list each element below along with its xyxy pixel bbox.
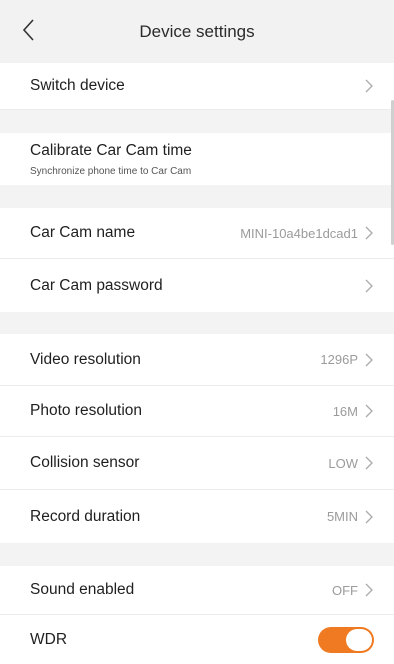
section-divider [0, 312, 394, 334]
car-cam-name-value: MINI-10a4be1dcad1 [240, 225, 358, 241]
photo-resolution-label: Photo resolution [30, 402, 143, 419]
video-resolution-row[interactable]: Video resolution 1296P [0, 334, 394, 386]
calibrate-time-subtitle: Synchronize phone time to Car Cam [30, 165, 192, 177]
wdr-row: WDR [0, 615, 394, 664]
wdr-toggle[interactable] [318, 626, 374, 653]
car-cam-name-label: Car Cam name [30, 224, 136, 241]
wdr-label: WDR [30, 630, 68, 648]
switch-device-row[interactable]: Switch device [0, 63, 394, 110]
sound-enabled-value: OFF [332, 582, 358, 598]
chevron-right-icon [365, 226, 373, 240]
record-duration-row[interactable]: Record duration 5MIN [0, 490, 394, 543]
photo-resolution-row[interactable]: Photo resolution 16M [0, 386, 394, 437]
sound-enabled-label: Sound enabled [30, 581, 135, 598]
top-bar: Device settings [0, 0, 394, 63]
chevron-right-icon [365, 583, 373, 597]
video-resolution-label: Video resolution [30, 350, 141, 368]
collision-sensor-label: Collision sensor [30, 454, 140, 471]
chevron-right-icon [365, 404, 373, 418]
calibrate-time-label: Calibrate Car Cam time [30, 141, 192, 159]
calibrate-time-row[interactable]: Calibrate Car Cam time Synchronize phone… [0, 133, 394, 185]
section-divider [0, 110, 394, 133]
photo-resolution-value: 16M [332, 403, 358, 419]
switch-device-label: Switch device [30, 77, 125, 94]
section-divider [0, 185, 394, 208]
section-divider [0, 543, 394, 566]
car-cam-password-label: Car Cam password [30, 276, 163, 294]
page-title: Device settings [139, 21, 255, 41]
collision-sensor-value: LOW [328, 455, 358, 471]
car-cam-name-row[interactable]: Car Cam name MINI-10a4be1dcad1 [0, 208, 394, 259]
chevron-right-icon [365, 279, 373, 292]
collision-sensor-row[interactable]: Collision sensor LOW [0, 437, 394, 490]
chevron-right-icon [365, 353, 373, 366]
chevron-right-icon [365, 79, 373, 93]
back-chevron-icon[interactable] [18, 17, 42, 43]
chevron-right-icon [365, 510, 373, 523]
toggle-knob [346, 628, 372, 651]
record-duration-value: 5MIN [326, 509, 358, 524]
car-cam-password-row[interactable]: Car Cam password [0, 259, 394, 312]
chevron-right-icon [365, 456, 373, 470]
sound-enabled-row[interactable]: Sound enabled OFF [0, 566, 394, 615]
record-duration-label: Record duration [30, 507, 141, 525]
video-resolution-value: 1296P [320, 352, 358, 367]
